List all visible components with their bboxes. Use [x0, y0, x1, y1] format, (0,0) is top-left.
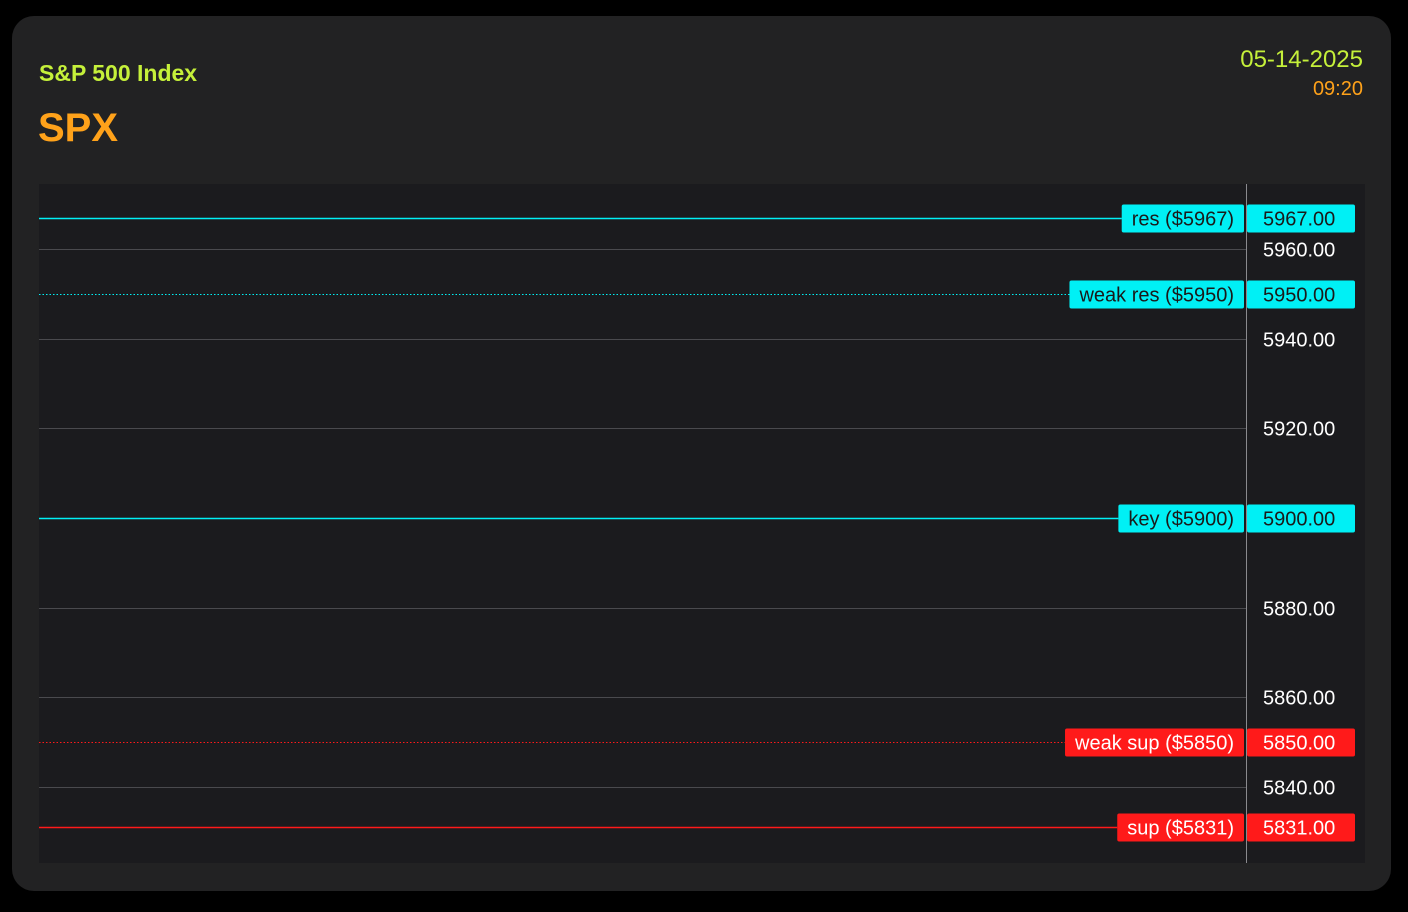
y-tick-label: 5880.00: [1263, 599, 1335, 621]
price-level: key ($5900) 5900.00: [39, 504, 1355, 533]
y-tick-label: 5840.00: [1263, 778, 1335, 800]
y-tick-label: 5960.00: [1263, 240, 1335, 262]
level-label: sup ($5831): [1127, 818, 1234, 840]
level-value-label: 5850.00: [1263, 733, 1335, 755]
y-tick-label: 5940.00: [1263, 330, 1335, 352]
level-value-label: 5900.00: [1263, 509, 1335, 531]
chart-card: S&P 500 Index SPX 05-14-2025 09:20 5840.…: [12, 16, 1391, 891]
level-value-label: 5950.00: [1263, 285, 1335, 307]
level-value-label: 5967.00: [1263, 209, 1335, 231]
level-label: key ($5900): [1128, 509, 1234, 531]
chart-time: 09:20: [1312, 78, 1363, 100]
price-levels: res ($5967) 5967.00 weak res ($5950) 5950.0…: [39, 204, 1355, 842]
ticker-symbol: SPX: [38, 106, 119, 150]
y-tick-label: 5920.00: [1263, 419, 1335, 441]
level-label: weak sup ($5850): [1074, 733, 1234, 755]
chart-svg: 5840.00 5860.00 5880.00 5920.00 5940.00 5960.…: [39, 184, 1355, 863]
y-tick-label: 5860.00: [1263, 688, 1335, 710]
price-level: sup ($5831) 5831.00: [39, 813, 1355, 842]
level-label: res ($5967): [1132, 209, 1234, 231]
price-levels-chart: 5840.00 5860.00 5880.00 5920.00 5940.00 5960.…: [39, 184, 1365, 863]
chart-date: 05-14-2025: [1240, 46, 1363, 73]
price-level: res ($5967) 5967.00: [39, 204, 1355, 233]
price-level: weak res ($5950) 5950.00: [39, 280, 1355, 309]
level-value-label: 5831.00: [1263, 818, 1335, 840]
level-label: weak res ($5950): [1078, 285, 1234, 307]
price-level: weak sup ($5850) 5850.00: [39, 728, 1355, 757]
index-name: S&P 500 Index: [39, 60, 198, 86]
